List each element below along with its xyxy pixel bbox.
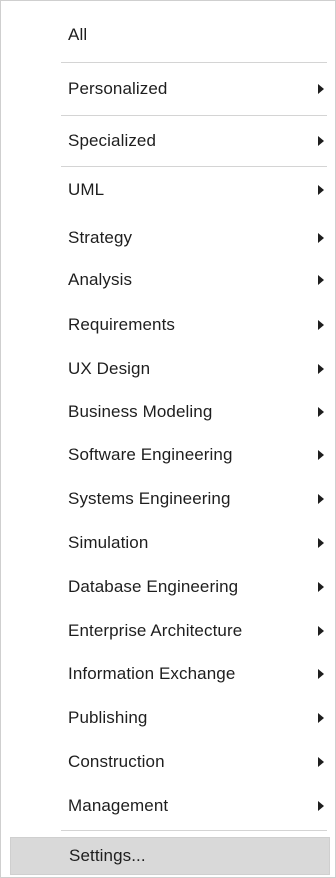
submenu-arrow-icon bbox=[318, 233, 324, 243]
menu-separator bbox=[61, 62, 327, 63]
submenu-arrow-icon bbox=[318, 364, 324, 374]
menu-item-label: All bbox=[68, 25, 88, 44]
context-menu: All Personalized Specialized UML Strateg… bbox=[0, 0, 336, 878]
menu-item-label: Settings... bbox=[69, 846, 146, 865]
menu-item-label: Management bbox=[68, 796, 169, 815]
menu-item-label: UML bbox=[68, 180, 105, 199]
submenu-arrow-icon bbox=[318, 275, 324, 285]
menu-separator bbox=[61, 115, 327, 116]
menu-item-label: Software Engineering bbox=[68, 445, 233, 464]
menu-item-analysis[interactable]: Analysis bbox=[10, 262, 330, 298]
submenu-arrow-icon bbox=[318, 494, 324, 504]
submenu-arrow-icon bbox=[318, 801, 324, 811]
submenu-arrow-icon bbox=[318, 320, 324, 330]
menu-item-label: Simulation bbox=[68, 533, 149, 552]
menu-item-label: Requirements bbox=[68, 315, 176, 334]
menu-item-personalized[interactable]: Personalized bbox=[10, 71, 330, 107]
submenu-arrow-icon bbox=[318, 450, 324, 460]
menu-item-label: Enterprise Architecture bbox=[68, 621, 243, 640]
menu-item-label: UX Design bbox=[68, 359, 151, 378]
menu-item-simulation[interactable]: Simulation bbox=[10, 525, 330, 561]
menu-separator bbox=[61, 166, 327, 167]
menu-item-database-engineering[interactable]: Database Engineering bbox=[10, 569, 330, 605]
menu-item-publishing[interactable]: Publishing bbox=[10, 700, 330, 736]
menu-item-label: Specialized bbox=[68, 131, 157, 150]
menu-item-label: Construction bbox=[68, 752, 165, 771]
menu-item-label: Publishing bbox=[68, 708, 148, 727]
submenu-arrow-icon bbox=[318, 538, 324, 548]
menu-item-all[interactable]: All bbox=[10, 17, 330, 53]
submenu-arrow-icon bbox=[318, 582, 324, 592]
menu-item-ux-design[interactable]: UX Design bbox=[10, 351, 330, 387]
submenu-arrow-icon bbox=[318, 669, 324, 679]
menu-separator bbox=[61, 830, 327, 831]
menu-item-label: Business Modeling bbox=[68, 402, 213, 421]
menu-item-label: Personalized bbox=[68, 79, 168, 98]
submenu-arrow-icon bbox=[318, 713, 324, 723]
submenu-arrow-icon bbox=[318, 185, 324, 195]
menu-item-strategy[interactable]: Strategy bbox=[10, 220, 330, 256]
menu-item-systems-engineering[interactable]: Systems Engineering bbox=[10, 481, 330, 517]
menu-item-management[interactable]: Management bbox=[10, 788, 330, 824]
menu-item-label: Information Exchange bbox=[68, 664, 236, 683]
menu-item-label: Database Engineering bbox=[68, 577, 239, 596]
submenu-arrow-icon bbox=[318, 136, 324, 146]
menu-item-uml[interactable]: UML bbox=[10, 172, 330, 208]
submenu-arrow-icon bbox=[318, 84, 324, 94]
menu-item-information-exchange[interactable]: Information Exchange bbox=[10, 656, 330, 692]
menu-item-label: Strategy bbox=[68, 228, 133, 247]
menu-item-label: Systems Engineering bbox=[68, 489, 231, 508]
menu-item-label: Analysis bbox=[68, 270, 133, 289]
menu-item-requirements[interactable]: Requirements bbox=[10, 307, 330, 343]
menu-item-settings[interactable]: Settings... bbox=[10, 837, 330, 875]
menu-item-enterprise-architecture[interactable]: Enterprise Architecture bbox=[10, 613, 330, 649]
menu-item-construction[interactable]: Construction bbox=[10, 744, 330, 780]
submenu-arrow-icon bbox=[318, 626, 324, 636]
submenu-arrow-icon bbox=[318, 407, 324, 417]
menu-item-business-modeling[interactable]: Business Modeling bbox=[10, 394, 330, 430]
menu-item-software-engineering[interactable]: Software Engineering bbox=[10, 437, 330, 473]
menu-item-specialized[interactable]: Specialized bbox=[10, 123, 330, 159]
submenu-arrow-icon bbox=[318, 757, 324, 767]
